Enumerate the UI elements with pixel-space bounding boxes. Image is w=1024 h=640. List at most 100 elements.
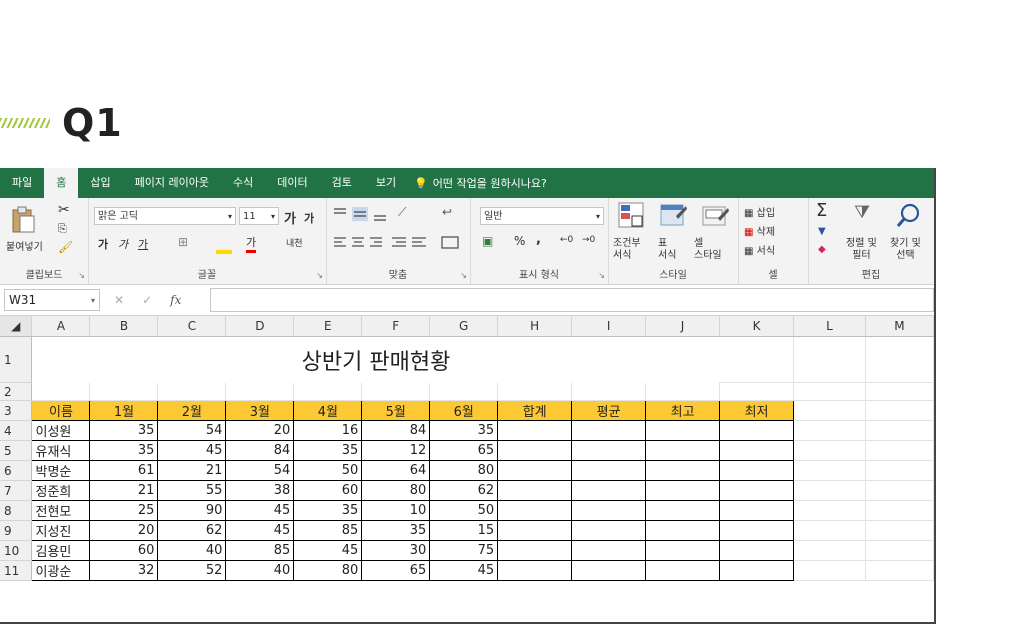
number-format-select[interactable]: 일반 ▾: [480, 207, 604, 225]
empty-result-cell[interactable]: [645, 560, 721, 581]
number-launcher-icon[interactable]: ↘: [598, 271, 605, 280]
value-cell[interactable]: 21: [157, 460, 227, 481]
font-launcher-icon[interactable]: ↘: [316, 271, 323, 280]
value-cell[interactable]: 20: [89, 520, 159, 541]
phonetic-button[interactable]: 내천: [286, 236, 303, 249]
value-cell[interactable]: 40: [225, 560, 295, 581]
formula-input[interactable]: [210, 288, 934, 312]
table-header-cell[interactable]: 최저: [719, 400, 794, 421]
value-cell[interactable]: 64: [361, 460, 431, 481]
wrap-text-icon[interactable]: ↩: [442, 205, 452, 219]
value-cell[interactable]: 12: [361, 440, 431, 461]
format-cells-button[interactable]: ▦ 서식: [744, 242, 775, 257]
value-cell[interactable]: 65: [361, 560, 431, 581]
empty-result-cell[interactable]: [497, 500, 573, 521]
empty-result-cell[interactable]: [571, 460, 647, 481]
value-cell[interactable]: 40: [157, 540, 227, 561]
value-cell[interactable]: 30: [361, 540, 431, 561]
find-select-icon[interactable]: [896, 202, 922, 228]
tab-0[interactable]: 파일: [0, 168, 44, 198]
value-cell[interactable]: 65: [429, 440, 499, 461]
font-name-select[interactable]: 맑은 고딕 ▾: [94, 207, 236, 225]
value-cell[interactable]: 38: [225, 480, 295, 501]
cell[interactable]: [865, 440, 934, 461]
empty-result-cell[interactable]: [719, 540, 794, 561]
value-cell[interactable]: 35: [293, 500, 363, 521]
cell[interactable]: [793, 440, 866, 461]
orientation-icon[interactable]: ⟋: [398, 205, 406, 220]
paste-icon[interactable]: [10, 204, 36, 234]
decrease-font-icon[interactable]: 가: [304, 210, 314, 226]
value-cell[interactable]: 45: [429, 560, 499, 581]
empty-result-cell[interactable]: [497, 520, 573, 541]
row-header-1[interactable]: 1: [0, 336, 33, 383]
empty-result-cell[interactable]: [719, 500, 794, 521]
value-cell[interactable]: 35: [89, 420, 159, 441]
value-cell[interactable]: 35: [89, 440, 159, 461]
empty-result-cell[interactable]: [571, 480, 647, 501]
value-cell[interactable]: 61: [89, 460, 159, 481]
table-header-cell[interactable]: 6월: [429, 400, 499, 421]
value-cell[interactable]: 80: [293, 560, 363, 581]
cell[interactable]: [793, 460, 866, 481]
insert-cells-button[interactable]: ▦ 삽입: [744, 204, 775, 219]
column-header-L[interactable]: L: [793, 316, 866, 337]
value-cell[interactable]: 54: [225, 460, 295, 481]
cell-styles-icon[interactable]: [702, 202, 730, 228]
empty-result-cell[interactable]: [719, 480, 794, 501]
cell[interactable]: [429, 382, 499, 401]
value-cell[interactable]: 90: [157, 500, 227, 521]
cell[interactable]: [793, 336, 866, 383]
column-header-G[interactable]: G: [429, 316, 499, 337]
table-header-cell[interactable]: 최고: [645, 400, 721, 421]
value-cell[interactable]: 85: [293, 520, 363, 541]
column-header-A[interactable]: A: [31, 316, 91, 337]
empty-result-cell[interactable]: [571, 500, 647, 521]
empty-result-cell[interactable]: [497, 480, 573, 501]
font-color-button[interactable]: 가: [246, 234, 257, 253]
value-cell[interactable]: 85: [225, 540, 295, 561]
cut-icon[interactable]: ✂: [58, 202, 70, 218]
percent-button[interactable]: %: [514, 234, 525, 248]
increase-decimal-icon[interactable]: ←0: [560, 235, 573, 245]
empty-result-cell[interactable]: [497, 440, 573, 461]
row-header-9[interactable]: 9: [0, 520, 33, 541]
format-painter-icon[interactable]: 🖌: [58, 240, 73, 254]
value-cell[interactable]: 15: [429, 520, 499, 541]
fill-color-icon[interactable]: [216, 232, 232, 254]
paste-button[interactable]: 붙여넣기: [6, 238, 43, 253]
name-cell[interactable]: 김용민: [31, 540, 91, 561]
cell[interactable]: [293, 382, 363, 401]
conditional-format-button[interactable]: 조건부 서식: [613, 238, 641, 262]
empty-result-cell[interactable]: [571, 560, 647, 581]
comma-button[interactable]: ,: [536, 232, 541, 247]
cell[interactable]: [793, 420, 866, 441]
value-cell[interactable]: 62: [429, 480, 499, 501]
clipboard-launcher-icon[interactable]: ↘: [78, 271, 85, 280]
format-table-button[interactable]: 표 서식: [658, 238, 676, 262]
empty-result-cell[interactable]: [719, 440, 794, 461]
empty-result-cell[interactable]: [645, 420, 721, 441]
value-cell[interactable]: 35: [429, 420, 499, 441]
column-header-M[interactable]: M: [865, 316, 934, 337]
empty-result-cell[interactable]: [719, 520, 794, 541]
empty-result-cell[interactable]: [571, 520, 647, 541]
alignment-launcher-icon[interactable]: ↘: [460, 271, 467, 280]
empty-result-cell[interactable]: [497, 560, 573, 581]
empty-result-cell[interactable]: [571, 540, 647, 561]
empty-result-cell[interactable]: [645, 500, 721, 521]
cell[interactable]: [865, 540, 934, 561]
value-cell[interactable]: 16: [293, 420, 363, 441]
tab-5[interactable]: 데이터: [265, 168, 319, 198]
value-cell[interactable]: 25: [89, 500, 159, 521]
name-cell[interactable]: 박명순: [31, 460, 91, 481]
cell[interactable]: [157, 382, 227, 401]
table-header-cell[interactable]: 2월: [157, 400, 227, 421]
cell[interactable]: [719, 336, 794, 383]
delete-cells-button[interactable]: ▦ 삭제: [744, 223, 775, 238]
sheet-title[interactable]: 상반기 판매현황: [32, 337, 720, 383]
copy-icon[interactable]: ⎘: [58, 222, 67, 236]
cell[interactable]: [793, 540, 866, 561]
cell[interactable]: [571, 382, 647, 401]
value-cell[interactable]: 45: [225, 520, 295, 541]
